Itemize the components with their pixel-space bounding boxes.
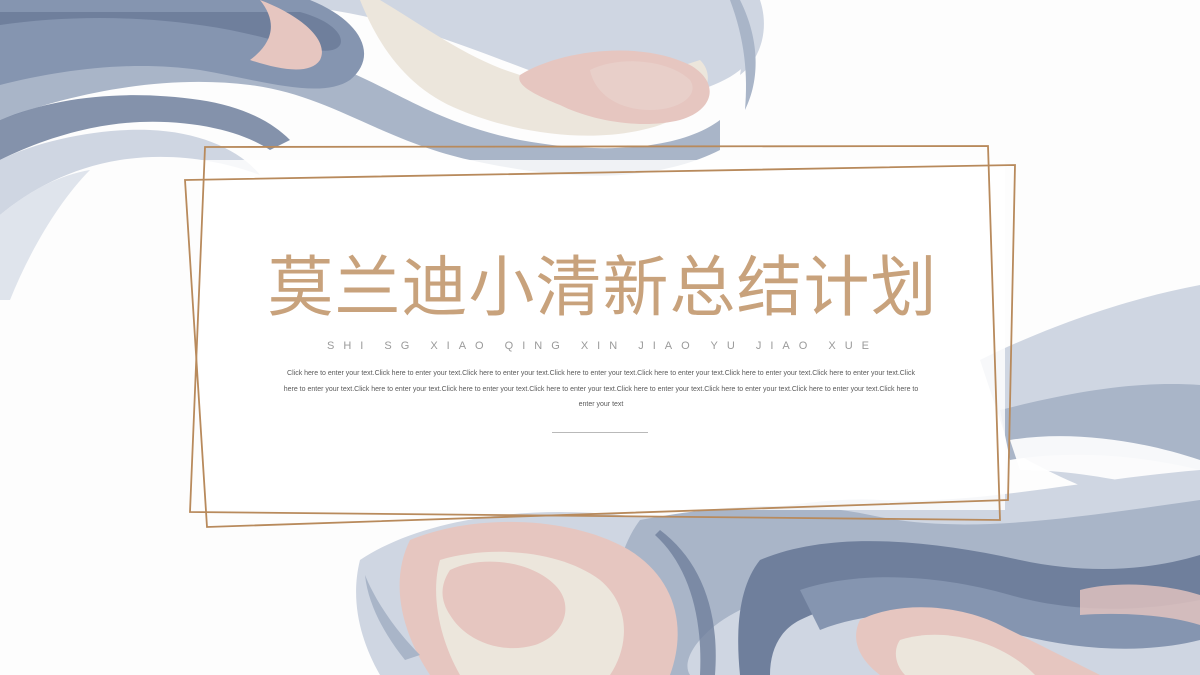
divider-line <box>552 432 648 433</box>
slide-title: 莫兰迪小清新总结计划 <box>267 249 938 326</box>
body-text: Click here to enter your text.Click here… <box>283 370 919 408</box>
slide: 莫兰迪小清新总结计划 SHI SG XIAO QING XIN JIAO YU … <box>0 0 1200 675</box>
gold-frame-inner <box>189 145 1001 521</box>
pinyin-subtitle: SHI SG XIAO QING XIN JIAO YU JIAO XUE <box>326 340 878 352</box>
gold-frame <box>184 145 1016 528</box>
